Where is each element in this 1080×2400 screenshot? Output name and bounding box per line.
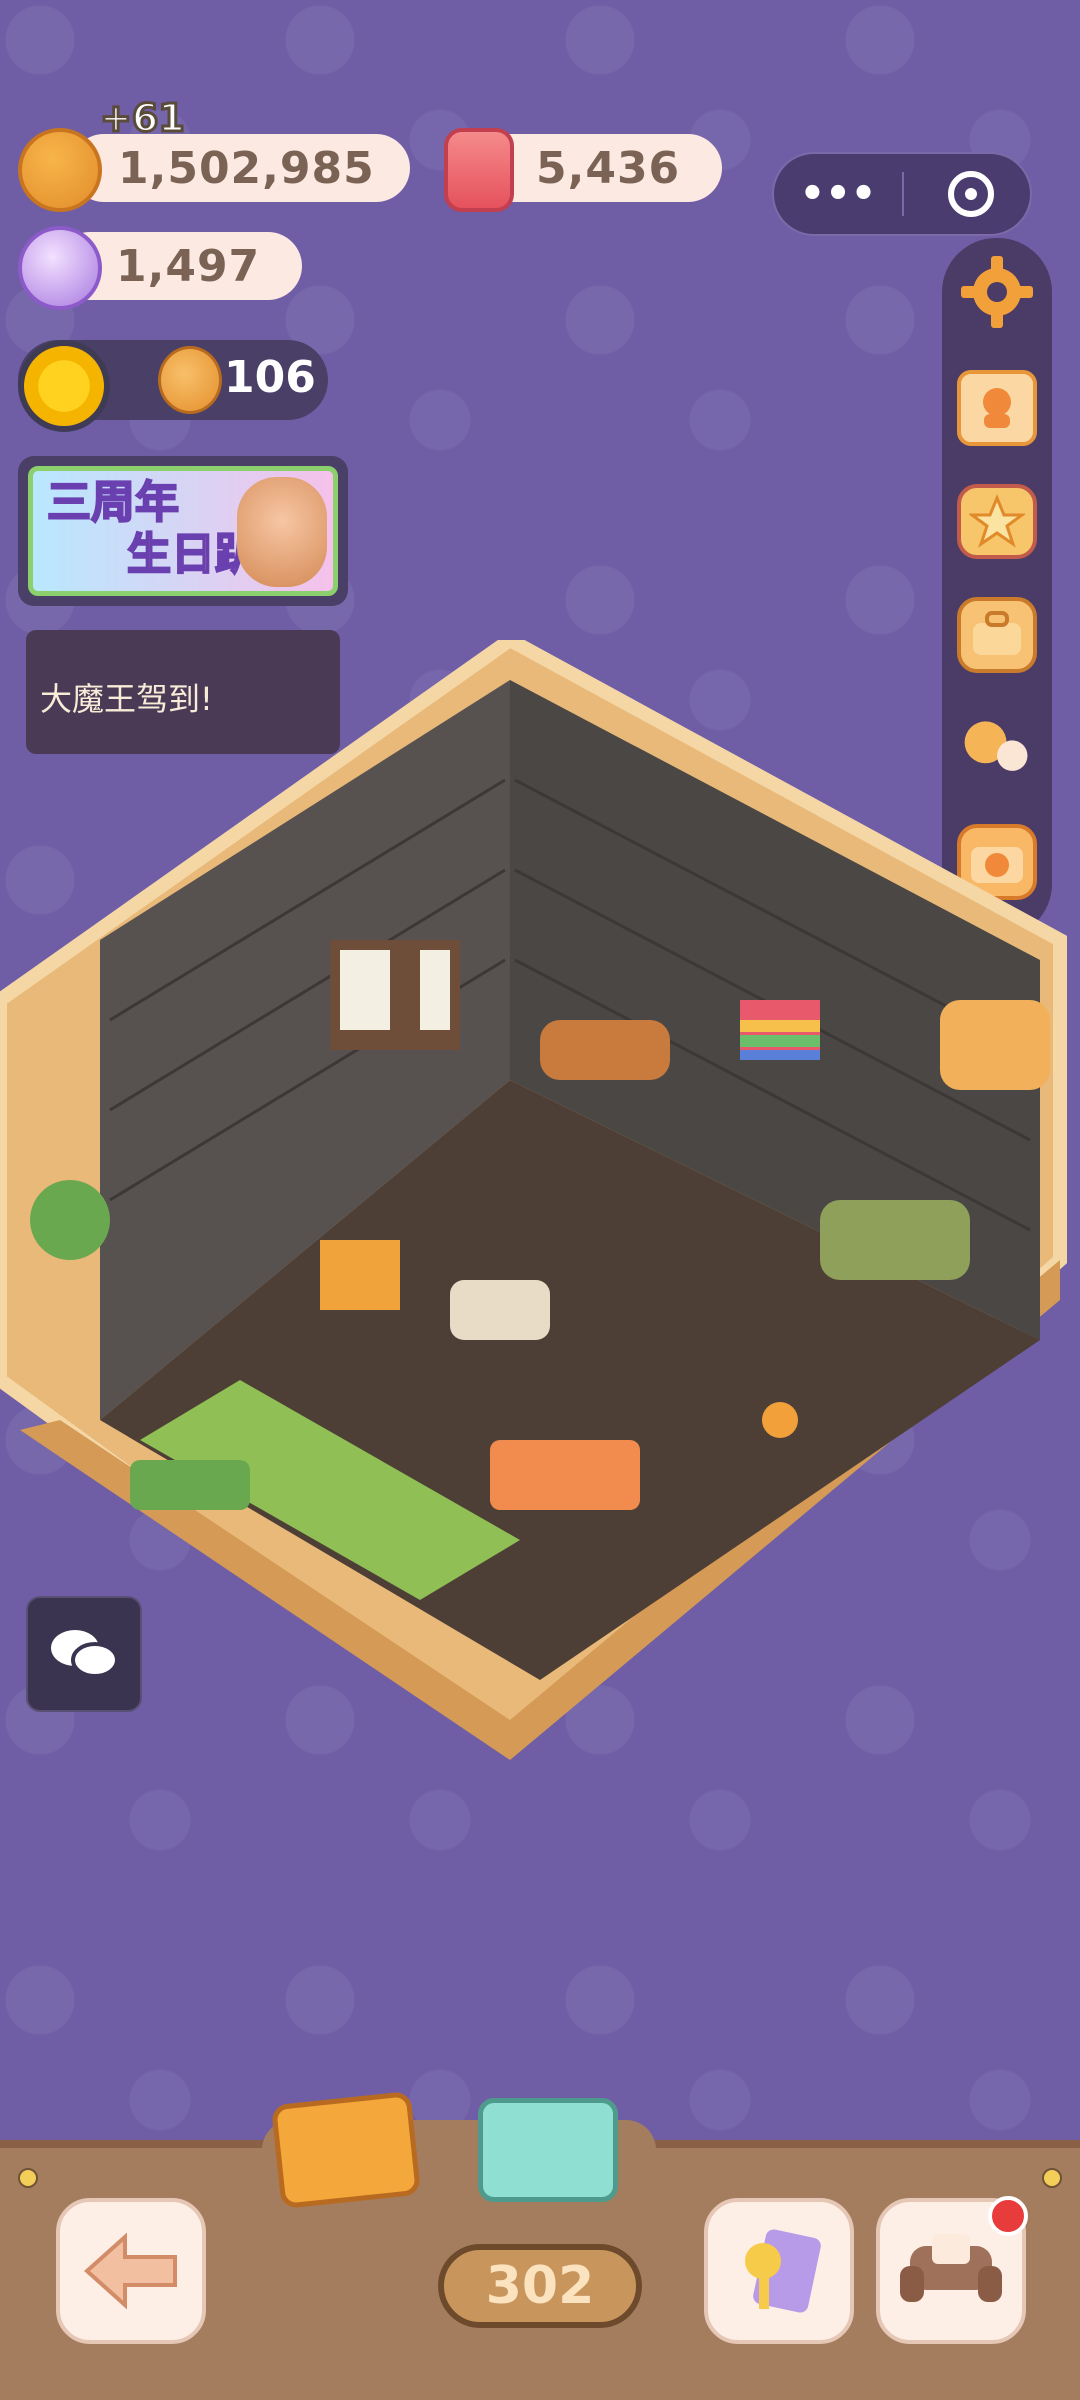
- pin-left: [18, 2168, 38, 2188]
- banner-title: 三周年 生日趴: [46, 476, 260, 581]
- gear-icon[interactable]: [957, 252, 1037, 332]
- room-illustration: [0, 631, 1067, 1760]
- keys-button[interactable]: [704, 2198, 854, 2344]
- helper-count: 106: [224, 352, 316, 403]
- sofa-icon: [900, 2234, 1002, 2302]
- banner-art: 三周年 生日趴: [28, 466, 338, 596]
- capsule-divider: [902, 172, 904, 216]
- more-button[interactable]: •••: [774, 171, 902, 217]
- notification-dot: [988, 2196, 1028, 2236]
- chat-button[interactable]: [26, 1596, 142, 1712]
- sun-icon[interactable]: [18, 340, 110, 432]
- pin-right: [1042, 2168, 1062, 2188]
- chat-bubbles-icon: [51, 1630, 119, 1678]
- postcard-camera-icon[interactable]: [478, 2098, 618, 2202]
- banner-title-line1: 三周年: [46, 476, 180, 529]
- cookie-icon: [18, 128, 102, 212]
- back-button[interactable]: [56, 2198, 206, 2344]
- banner-character-icon: [237, 477, 327, 587]
- anniversary-event-banner[interactable]: 三周年 生日趴: [18, 456, 348, 606]
- room-level-badge: 302: [438, 2244, 642, 2328]
- room-level: 302: [485, 2256, 595, 2316]
- gem-icon: [18, 226, 102, 310]
- star-shop-icon[interactable]: [957, 483, 1037, 560]
- mini-program-capsule: •••: [772, 152, 1032, 236]
- recipe-folder-icon[interactable]: [270, 2090, 422, 2210]
- room-scene[interactable]: [0, 631, 1080, 1760]
- cookie-bonus: +61: [99, 95, 187, 142]
- key-cards-icon: [745, 2229, 821, 2313]
- helper-face-icon: [158, 346, 222, 414]
- cookie-count: 1,502,985: [118, 142, 375, 194]
- banner-title-line2: 生日趴: [126, 528, 260, 581]
- back-arrow-icon: [84, 2232, 177, 2310]
- cookie-counter[interactable]: 1,502,985: [70, 134, 410, 202]
- candle-icon: [444, 128, 514, 212]
- close-target-button[interactable]: [948, 171, 994, 217]
- stamp-icon[interactable]: [957, 370, 1037, 446]
